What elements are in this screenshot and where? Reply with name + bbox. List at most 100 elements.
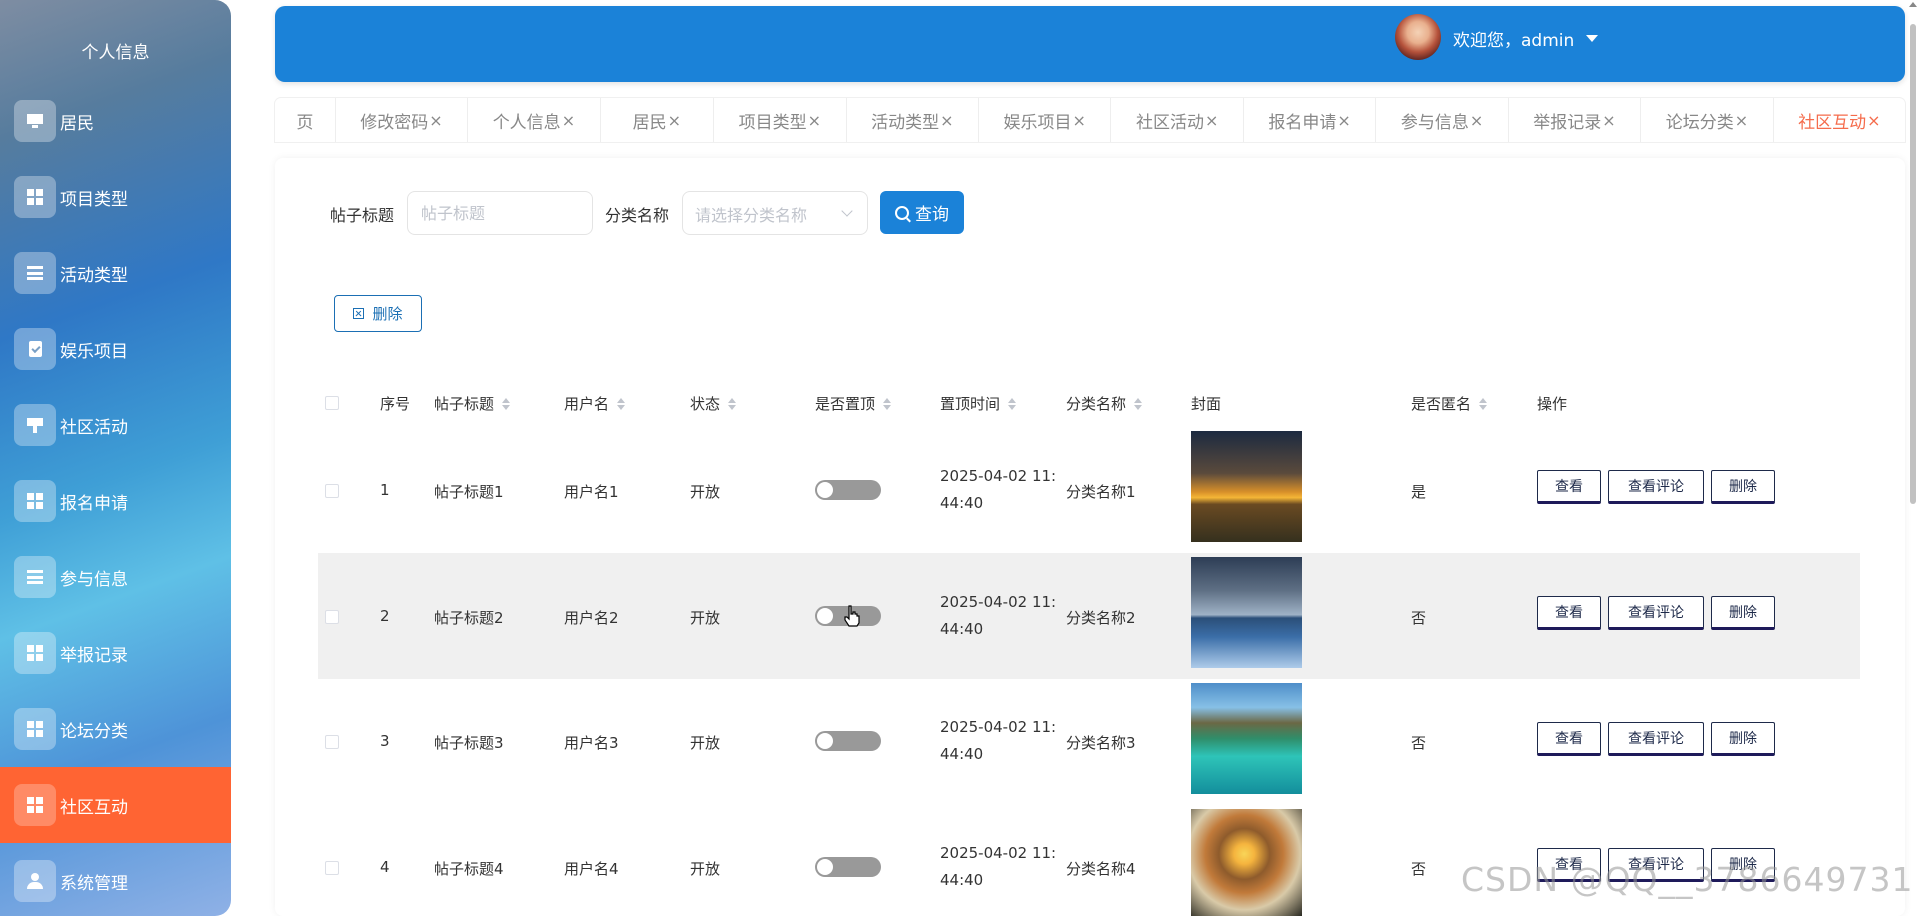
view-button[interactable]: 查看 xyxy=(1537,596,1601,630)
tab-reports[interactable]: 举报记录 × xyxy=(1509,98,1642,142)
row-index: 4 xyxy=(380,858,390,876)
delete-button[interactable]: 删除 xyxy=(1711,470,1775,504)
close-icon[interactable]: × xyxy=(429,111,442,130)
tab-bar: 页 修改密码 × 个人信息 × 居民 × 项目类型 × 活动类型 × 娱乐项目 × 社区活动… xyxy=(275,98,1905,142)
sidebar-item-reports[interactable]: 举报记录 xyxy=(0,615,231,691)
sidebar-item-entertainment[interactable]: 娱乐项目 xyxy=(0,311,231,387)
sidebar-item-label: 报名申请 xyxy=(60,493,128,514)
title-search-input[interactable] xyxy=(407,191,593,235)
pin-toggle[interactable] xyxy=(815,731,881,751)
delete-button[interactable]: 删除 xyxy=(1711,722,1775,756)
user-icon xyxy=(14,860,56,902)
row-checkbox[interactable] xyxy=(325,484,339,498)
delete-icon xyxy=(353,308,365,319)
close-icon[interactable]: × xyxy=(1337,111,1350,130)
view-comments-button[interactable]: 查看评论 xyxy=(1608,722,1704,756)
row-status: 开放 xyxy=(690,483,721,501)
cover-image[interactable] xyxy=(1191,557,1302,668)
column-header-status[interactable]: 状态 xyxy=(690,393,737,414)
sort-icon[interactable] xyxy=(502,397,511,410)
tab-personal-info[interactable]: 个人信息 × xyxy=(468,98,601,142)
close-icon[interactable]: × xyxy=(808,111,821,130)
tab-residents[interactable]: 居民 × xyxy=(601,98,715,142)
view-comments-button[interactable]: 查看评论 xyxy=(1608,470,1704,504)
title-search-label: 帖子标题 xyxy=(330,206,395,225)
pin-toggle[interactable] xyxy=(815,480,881,500)
sort-icon[interactable] xyxy=(1479,397,1488,410)
row-username: 用户名1 xyxy=(564,483,619,501)
sort-icon[interactable] xyxy=(728,397,737,410)
column-header-username[interactable]: 用户名 xyxy=(564,393,626,414)
tab-entertainment[interactable]: 娱乐项目 × xyxy=(979,98,1112,142)
tab-participation[interactable]: 参与信息 × xyxy=(1376,98,1509,142)
select-all-checkbox[interactable] xyxy=(325,396,339,410)
pin-toggle[interactable] xyxy=(815,857,881,877)
sort-icon[interactable] xyxy=(617,397,626,410)
tab-registration[interactable]: 报名申请 × xyxy=(1244,98,1377,142)
monitor-icon xyxy=(14,100,56,142)
sidebar-item-community-interaction[interactable]: 社区互动 xyxy=(0,767,231,843)
row-category: 分类名称1 xyxy=(1066,483,1136,501)
column-header-pin-time[interactable]: 置顶时间 xyxy=(940,393,1017,414)
tab-home[interactable]: 页 xyxy=(275,98,336,142)
view-button[interactable]: 查看 xyxy=(1537,470,1601,504)
close-icon[interactable]: × xyxy=(1602,111,1615,130)
tab-community-interaction[interactable]: 社区互动 × xyxy=(1774,98,1905,142)
close-icon[interactable]: × xyxy=(940,111,953,130)
tab-forum-category[interactable]: 论坛分类 × xyxy=(1641,98,1774,142)
cover-image[interactable] xyxy=(1191,809,1302,916)
sidebar-item-system[interactable]: 系统管理 xyxy=(0,843,231,916)
row-index: 3 xyxy=(380,732,390,750)
chevron-down-icon[interactable] xyxy=(1586,35,1598,42)
sidebar-item-participation[interactable]: 参与信息 xyxy=(0,539,231,615)
column-header-actions: 操作 xyxy=(1537,395,1568,413)
view-comments-button[interactable]: 查看评论 xyxy=(1608,596,1704,630)
close-icon[interactable]: × xyxy=(1735,111,1748,130)
row-checkbox[interactable] xyxy=(325,610,339,624)
view-button[interactable]: 查看 xyxy=(1537,722,1601,756)
sidebar-item-activity-type[interactable]: 活动类型 xyxy=(0,235,231,311)
batch-delete-button[interactable]: 删除 xyxy=(334,295,422,332)
close-icon[interactable]: × xyxy=(1470,111,1483,130)
scrollbar[interactable] xyxy=(1908,6,1918,916)
avatar[interactable] xyxy=(1395,14,1441,60)
column-header-pinned[interactable]: 是否置顶 xyxy=(815,393,892,414)
sort-icon[interactable] xyxy=(1134,397,1143,410)
close-icon[interactable]: × xyxy=(1205,111,1218,130)
sidebar-item-label: 系统管理 xyxy=(60,873,128,894)
sidebar-item-forum-category[interactable]: 论坛分类 xyxy=(0,691,231,767)
tab-community-activity[interactable]: 社区活动 × xyxy=(1111,98,1244,142)
tab-activity-type[interactable]: 活动类型 × xyxy=(847,98,979,142)
sidebar-item-registration[interactable]: 报名申请 xyxy=(0,463,231,539)
row-checkbox[interactable] xyxy=(325,735,339,749)
column-header-title[interactable]: 帖子标题 xyxy=(434,393,511,414)
grid-icon xyxy=(14,176,56,218)
sidebar-item-label: 娱乐项目 xyxy=(60,341,128,362)
sort-icon[interactable] xyxy=(1008,397,1017,410)
welcome-text[interactable]: 欢迎您，admin xyxy=(1453,26,1574,51)
cover-image[interactable] xyxy=(1191,431,1302,542)
sort-icon[interactable] xyxy=(883,397,892,410)
row-pin-time: 2025-04-02 11: 44:40 xyxy=(940,718,1057,763)
column-header-anonymous[interactable]: 是否匿名 xyxy=(1411,393,1488,414)
close-icon[interactable]: × xyxy=(1867,111,1880,130)
row-anonymous: 否 xyxy=(1411,860,1427,878)
row-category: 分类名称3 xyxy=(1066,734,1136,752)
close-icon[interactable]: × xyxy=(562,111,575,130)
cover-image[interactable] xyxy=(1191,683,1302,794)
column-header-category[interactable]: 分类名称 xyxy=(1066,393,1143,414)
sidebar-item-residents[interactable]: 居民 xyxy=(0,83,231,159)
tab-change-password[interactable]: 修改密码 × xyxy=(336,98,469,142)
delete-button[interactable]: 删除 xyxy=(1711,596,1775,630)
close-icon[interactable]: × xyxy=(668,111,681,130)
tab-project-type[interactable]: 项目类型 × xyxy=(714,98,847,142)
row-checkbox[interactable] xyxy=(325,861,339,875)
list-icon xyxy=(14,252,56,294)
sidebar-item-label: 参与信息 xyxy=(60,569,128,590)
sidebar-item-project-type[interactable]: 项目类型 xyxy=(0,159,231,235)
close-icon[interactable]: × xyxy=(1073,111,1086,130)
sidebar-item-label: 论坛分类 xyxy=(60,721,128,742)
query-button[interactable]: 查询 xyxy=(880,191,964,234)
sidebar-item-community-activity[interactable]: 社区活动 xyxy=(0,387,231,463)
row-status: 开放 xyxy=(690,734,721,752)
